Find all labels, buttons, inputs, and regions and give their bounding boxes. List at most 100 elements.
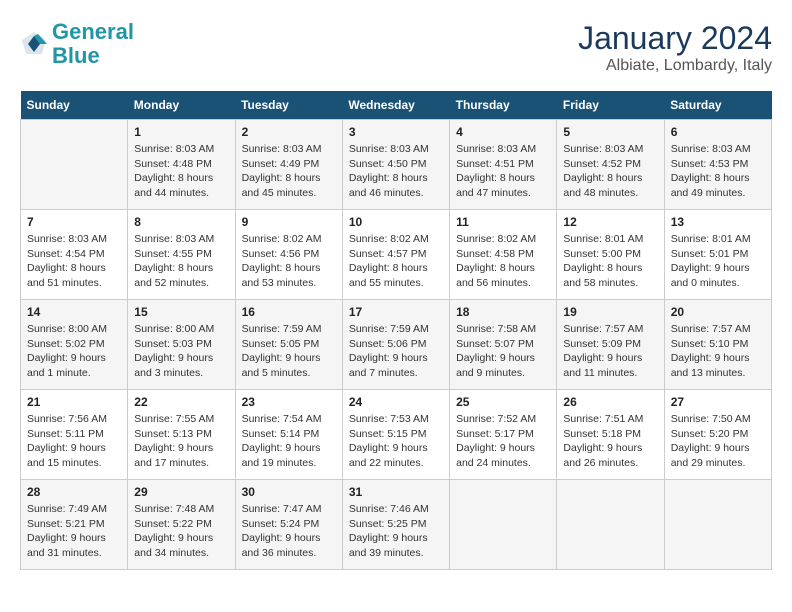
day-number: 18 [456, 305, 550, 319]
day-number: 28 [27, 485, 121, 499]
day-info: Sunrise: 8:03 AMSunset: 4:49 PMDaylight:… [242, 142, 336, 201]
logo-name: General Blue [52, 20, 134, 68]
calendar-cell: 9 Sunrise: 8:02 AMSunset: 4:56 PMDaylight… [235, 210, 342, 300]
day-info: Sunrise: 7:58 AMSunset: 5:07 PMDaylight:… [456, 322, 550, 381]
day-number: 12 [563, 215, 657, 229]
col-tuesday: Tuesday [235, 91, 342, 120]
calendar-cell: 22Sunrise: 7:55 AMSunset: 5:13 PMDayligh… [128, 390, 235, 480]
calendar-week-4: 28 Sunrise: 7:49 AMSunset: 5:21 PMDayligh… [21, 480, 772, 570]
calendar-cell [664, 480, 771, 570]
day-number: 24 [349, 395, 443, 409]
day-number: 7 [27, 215, 121, 229]
day-info: Sunrise: 7:49 AMSunset: 5:21 PMDaylight:… [27, 502, 121, 561]
calendar-cell: 19 Sunrise: 7:57 AMSunset: 5:09 PMDayligh… [557, 300, 664, 390]
calendar-cell [557, 480, 664, 570]
calendar-cell: 31 Sunrise: 7:46 AMSunset: 5:25 PMDayligh… [342, 480, 449, 570]
calendar-cell: 1Sunrise: 8:03 AMSunset: 4:48 PMDaylight… [128, 120, 235, 210]
calendar-cell [450, 480, 557, 570]
calendar-week-0: 1Sunrise: 8:03 AMSunset: 4:48 PMDaylight… [21, 120, 772, 210]
calendar-cell: 24 Sunrise: 7:53 AMSunset: 5:15 PMDayligh… [342, 390, 449, 480]
day-number: 6 [671, 125, 765, 139]
calendar-cell: 15 Sunrise: 8:00 AMSunset: 5:03 PMDayligh… [128, 300, 235, 390]
day-info: Sunrise: 7:57 AMSunset: 5:10 PMDaylight:… [671, 322, 765, 381]
col-wednesday: Wednesday [342, 91, 449, 120]
calendar-cell: 21 Sunrise: 7:56 AMSunset: 5:11 PMDayligh… [21, 390, 128, 480]
day-info: Sunrise: 7:57 AMSunset: 5:09 PMDaylight:… [563, 322, 657, 381]
day-info: Sunrise: 7:54 AMSunset: 5:14 PMDaylight:… [242, 412, 336, 471]
day-info: Sunrise: 7:48 AMSunset: 5:22 PMDaylight:… [134, 502, 228, 561]
calendar-week-2: 14 Sunrise: 8:00 AMSunset: 5:02 PMDayligh… [21, 300, 772, 390]
day-info: Sunrise: 7:51 AMSunset: 5:18 PMDaylight:… [563, 412, 657, 471]
subtitle: Albiate, Lombardy, Italy [578, 57, 772, 75]
day-number: 4 [456, 125, 550, 139]
day-number: 17 [349, 305, 443, 319]
calendar-cell: 10 Sunrise: 8:02 AMSunset: 4:57 PMDayligh… [342, 210, 449, 300]
col-thursday: Thursday [450, 91, 557, 120]
day-number: 26 [563, 395, 657, 409]
calendar-table: Sunday Monday Tuesday Wednesday Thursday… [20, 91, 772, 570]
calendar-cell [21, 120, 128, 210]
col-sunday: Sunday [21, 91, 128, 120]
calendar-cell: 4 Sunrise: 8:03 AMSunset: 4:51 PMDaylight… [450, 120, 557, 210]
day-number: 13 [671, 215, 765, 229]
day-info: Sunrise: 7:56 AMSunset: 5:11 PMDaylight:… [27, 412, 121, 471]
calendar-cell: 17Sunrise: 7:59 AMSunset: 5:06 PMDayligh… [342, 300, 449, 390]
day-number: 15 [134, 305, 228, 319]
logo-icon [20, 30, 48, 58]
calendar-cell: 12 Sunrise: 8:01 AMSunset: 5:00 PMDayligh… [557, 210, 664, 300]
day-info: Sunrise: 8:01 AMSunset: 5:00 PMDaylight:… [563, 232, 657, 291]
day-number: 21 [27, 395, 121, 409]
day-number: 3 [349, 125, 443, 139]
day-number: 22 [134, 395, 228, 409]
header-row: Sunday Monday Tuesday Wednesday Thursday… [21, 91, 772, 120]
calendar-cell: 5 Sunrise: 8:03 AMSunset: 4:52 PMDaylight… [557, 120, 664, 210]
calendar-cell: 11 Sunrise: 8:02 AMSunset: 4:58 PMDayligh… [450, 210, 557, 300]
day-number: 31 [349, 485, 443, 499]
header: General Blue January 2024 Albiate, Lomba… [20, 20, 772, 75]
calendar-cell: 13 Sunrise: 8:01 AMSunset: 5:01 PMDayligh… [664, 210, 771, 300]
calendar-week-1: 7 Sunrise: 8:03 AMSunset: 4:54 PMDaylight… [21, 210, 772, 300]
day-info: Sunrise: 7:59 AMSunset: 5:05 PMDaylight:… [242, 322, 336, 381]
main-title: January 2024 [578, 20, 772, 57]
calendar-cell: 14 Sunrise: 8:00 AMSunset: 5:02 PMDayligh… [21, 300, 128, 390]
calendar-cell: 18 Sunrise: 7:58 AMSunset: 5:07 PMDayligh… [450, 300, 557, 390]
col-saturday: Saturday [664, 91, 771, 120]
day-info: Sunrise: 7:46 AMSunset: 5:25 PMDaylight:… [349, 502, 443, 561]
day-number: 27 [671, 395, 765, 409]
calendar-cell: 7 Sunrise: 8:03 AMSunset: 4:54 PMDaylight… [21, 210, 128, 300]
calendar-cell: 27Sunrise: 7:50 AMSunset: 5:20 PMDayligh… [664, 390, 771, 480]
day-info: Sunrise: 8:02 AMSunset: 4:56 PMDaylight:… [242, 232, 336, 291]
day-info: Sunrise: 8:00 AMSunset: 5:03 PMDaylight:… [134, 322, 228, 381]
day-number: 19 [563, 305, 657, 319]
calendar-cell: 25Sunrise: 7:52 AMSunset: 5:17 PMDayligh… [450, 390, 557, 480]
day-number: 5 [563, 125, 657, 139]
day-info: Sunrise: 8:03 AMSunset: 4:48 PMDaylight:… [134, 142, 228, 201]
calendar-cell: 6 Sunrise: 8:03 AMSunset: 4:53 PMDaylight… [664, 120, 771, 210]
day-number: 10 [349, 215, 443, 229]
day-info: Sunrise: 8:03 AMSunset: 4:54 PMDaylight:… [27, 232, 121, 291]
day-info: Sunrise: 7:52 AMSunset: 5:17 PMDaylight:… [456, 412, 550, 471]
day-info: Sunrise: 8:03 AMSunset: 4:51 PMDaylight:… [456, 142, 550, 201]
calendar-week-3: 21 Sunrise: 7:56 AMSunset: 5:11 PMDayligh… [21, 390, 772, 480]
day-number: 20 [671, 305, 765, 319]
day-info: Sunrise: 8:03 AMSunset: 4:53 PMDaylight:… [671, 142, 765, 201]
day-info: Sunrise: 8:00 AMSunset: 5:02 PMDaylight:… [27, 322, 121, 381]
calendar-cell: 29Sunrise: 7:48 AMSunset: 5:22 PMDayligh… [128, 480, 235, 570]
day-info: Sunrise: 8:02 AMSunset: 4:57 PMDaylight:… [349, 232, 443, 291]
calendar-cell: 20 Sunrise: 7:57 AMSunset: 5:10 PMDayligh… [664, 300, 771, 390]
day-number: 9 [242, 215, 336, 229]
day-info: Sunrise: 8:03 AMSunset: 4:50 PMDaylight:… [349, 142, 443, 201]
logo: General Blue [20, 20, 134, 68]
day-info: Sunrise: 8:01 AMSunset: 5:01 PMDaylight:… [671, 232, 765, 291]
calendar-cell: 30Sunrise: 7:47 AMSunset: 5:24 PMDayligh… [235, 480, 342, 570]
calendar-cell: 26 Sunrise: 7:51 AMSunset: 5:18 PMDayligh… [557, 390, 664, 480]
day-info: Sunrise: 8:03 AMSunset: 4:52 PMDaylight:… [563, 142, 657, 201]
day-number: 23 [242, 395, 336, 409]
day-number: 11 [456, 215, 550, 229]
day-info: Sunrise: 8:02 AMSunset: 4:58 PMDaylight:… [456, 232, 550, 291]
col-friday: Friday [557, 91, 664, 120]
day-info: Sunrise: 7:53 AMSunset: 5:15 PMDaylight:… [349, 412, 443, 471]
day-number: 14 [27, 305, 121, 319]
day-number: 30 [242, 485, 336, 499]
day-number: 16 [242, 305, 336, 319]
